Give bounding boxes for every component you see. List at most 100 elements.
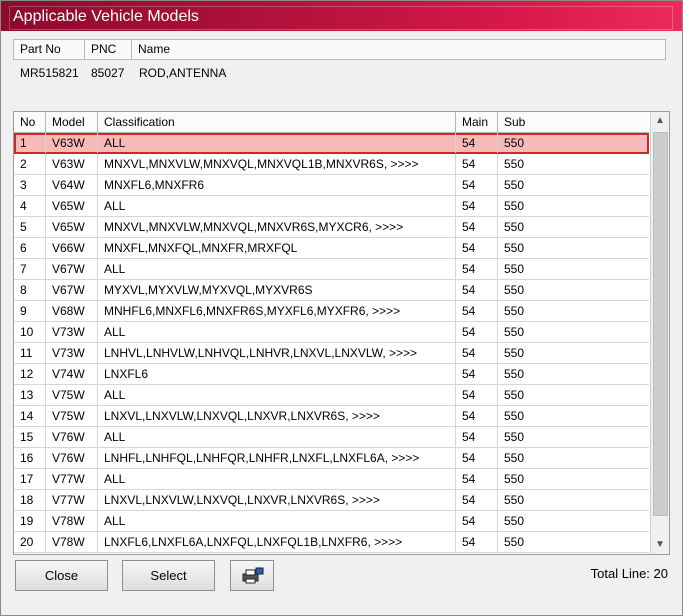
scroll-up-icon[interactable]: ▲ bbox=[652, 112, 668, 130]
table-row[interactable]: 18 V77W LNXVL,LNXVLW,LNXVQL,LNXVR,LNXVR6S,… bbox=[14, 490, 649, 511]
cell-sub: 550 bbox=[504, 283, 525, 297]
table-row[interactable]: 19 V78W ALL 54 550 bbox=[14, 511, 649, 532]
print-button[interactable] bbox=[230, 560, 274, 591]
table-row[interactable]: 12 V74W LNXFL6 54 550 bbox=[14, 364, 649, 385]
cell-classification: LNXVL,LNXVLW,LNXVQL,LNXVR,LNXVR6S, >>>> bbox=[98, 406, 456, 426]
cell-classification: MNXFL,MNXFQL,MNXFR,MRXFQL bbox=[98, 238, 456, 258]
table-row[interactable]: 4 V65W ALL 54 550 bbox=[14, 196, 649, 217]
cell-model: V65W bbox=[46, 217, 98, 237]
table-body: 1 V63W ALL 54 550 2 V63W MNXVL,MNXVLW,MNXVQL,MN… bbox=[14, 133, 649, 553]
cell-sub: 550 bbox=[504, 199, 525, 213]
cell-model: V66W bbox=[46, 238, 98, 258]
column-header-sub[interactable]: Sub bbox=[498, 112, 649, 132]
table-row[interactable]: 6 V66W MNXFL,MNXFQL,MNXFR,MRXFQL 54 550 bbox=[14, 238, 649, 259]
table-row[interactable]: 9 V68W MNHFL6,MNXFL6,MNXFR6S,MYXFL6,MYXFR6… bbox=[14, 301, 649, 322]
name-value: ROD,ANTENNA bbox=[139, 66, 227, 80]
cell-classification: MNXVL,MNXVLW,MNXVQL,MNXVQL1B,MNXVR6S, >>… bbox=[98, 154, 456, 174]
table-row[interactable]: 3 V64W MNXFL6,MNXFR6 54 550 bbox=[14, 175, 649, 196]
applicable-vehicle-models-window: Applicable Vehicle Models Part No PNC Na… bbox=[0, 0, 683, 616]
table-row[interactable]: 7 V67W ALL 54 550 bbox=[14, 259, 649, 280]
table-row[interactable]: 5 V65W MNXVL,MNXVLW,MNXVQL,MNXVR6S,MYXCR6,… bbox=[14, 217, 649, 238]
cell-no: 14 bbox=[14, 406, 46, 426]
cell-sub: 550 bbox=[504, 262, 525, 276]
vertical-scrollbar[interactable]: ▲ ▼ bbox=[650, 112, 669, 554]
cell-classification: ALL bbox=[98, 511, 456, 531]
cell-classification: LNXFL6 bbox=[98, 364, 456, 384]
table-row[interactable]: 2 V63W MNXVL,MNXVLW,MNXVQL,MNXVQL1B,MNXVR6… bbox=[14, 154, 649, 175]
cell-main: 54 bbox=[456, 238, 498, 258]
cell-model: V73W bbox=[46, 343, 98, 363]
cell-no: 5 bbox=[14, 217, 46, 237]
cell-main: 54 bbox=[456, 133, 498, 153]
cell-sub: 550 bbox=[504, 535, 525, 549]
table-row[interactable]: 8 V67W MYXVL,MYXVLW,MYXVQL,MYXVR6S 54 550 bbox=[14, 280, 649, 301]
part-no-header: Part No bbox=[14, 40, 85, 59]
cell-model: V78W bbox=[46, 532, 98, 552]
part-info-panel: Part No PNC Name MR515821 85027 ROD,ANTE… bbox=[13, 39, 666, 97]
cell-classification: LNHVL,LNHVLW,LNHVQL,LNHVR,LNXVL,LNXVLW, … bbox=[98, 343, 456, 363]
part-no-value: MR515821 bbox=[20, 66, 79, 80]
cell-sub: 550 bbox=[504, 157, 525, 171]
table-row[interactable]: 13 V75W ALL 54 550 bbox=[14, 385, 649, 406]
cell-model: V68W bbox=[46, 301, 98, 321]
cell-main: 54 bbox=[456, 259, 498, 279]
scroll-down-icon[interactable]: ▼ bbox=[652, 536, 668, 554]
cell-sub: 550 bbox=[504, 346, 525, 360]
cell-no: 3 bbox=[14, 175, 46, 195]
cell-classification: ALL bbox=[98, 133, 456, 153]
cell-model: V74W bbox=[46, 364, 98, 384]
table-header: No Model Classification Main Sub bbox=[14, 112, 649, 133]
cell-no: 7 bbox=[14, 259, 46, 279]
cell-model: V67W bbox=[46, 259, 98, 279]
cell-model: V63W bbox=[46, 154, 98, 174]
select-button[interactable]: Select bbox=[122, 560, 215, 591]
table-row[interactable]: 17 V77W ALL 54 550 bbox=[14, 469, 649, 490]
cell-classification: ALL bbox=[98, 469, 456, 489]
cell-model: V76W bbox=[46, 448, 98, 468]
close-button[interactable]: Close bbox=[15, 560, 108, 591]
table-row[interactable]: 14 V75W LNXVL,LNXVLW,LNXVQL,LNXVR,LNXVR6S,… bbox=[14, 406, 649, 427]
cell-sub: 550 bbox=[504, 136, 525, 150]
cell-sub: 550 bbox=[504, 430, 525, 444]
cell-main: 54 bbox=[456, 532, 498, 552]
cell-no: 10 bbox=[14, 322, 46, 342]
cell-sub: 550 bbox=[504, 367, 525, 381]
cell-no: 9 bbox=[14, 301, 46, 321]
cell-no: 12 bbox=[14, 364, 46, 384]
cell-main: 54 bbox=[456, 322, 498, 342]
cell-main: 54 bbox=[456, 511, 498, 531]
cell-model: V67W bbox=[46, 280, 98, 300]
vehicle-models-table[interactable]: No Model Classification Main Sub 1 V63W AL… bbox=[13, 111, 670, 555]
table-row[interactable]: 15 V76W ALL 54 550 bbox=[14, 427, 649, 448]
table-row[interactable]: 16 V76W LNHFL,LNHFQL,LNHFQR,LNHFR,LNXFL,LN… bbox=[14, 448, 649, 469]
column-header-no[interactable]: No bbox=[14, 112, 46, 132]
cell-sub: 550 bbox=[504, 325, 525, 339]
total-line-label: Total Line: 20 bbox=[590, 566, 668, 581]
cell-no: 1 bbox=[14, 133, 46, 153]
cell-no: 19 bbox=[14, 511, 46, 531]
table-row[interactable]: 11 V73W LNHVL,LNHVLW,LNHVQL,LNHVR,LNXVL,LN… bbox=[14, 343, 649, 364]
cell-sub: 550 bbox=[504, 451, 525, 465]
cell-sub: 550 bbox=[504, 409, 525, 423]
cell-sub: 550 bbox=[504, 514, 525, 528]
cell-model: V75W bbox=[46, 406, 98, 426]
column-header-model[interactable]: Model bbox=[46, 112, 98, 132]
printer-icon bbox=[242, 567, 264, 584]
cell-classification: MYXVL,MYXVLW,MYXVQL,MYXVR6S bbox=[98, 280, 456, 300]
cell-sub: 550 bbox=[504, 178, 525, 192]
column-header-main[interactable]: Main bbox=[456, 112, 498, 132]
cell-classification: MNHFL6,MNXFL6,MNXFR6S,MYXFL6,MYXFR6, >>>… bbox=[98, 301, 456, 321]
scroll-thumb[interactable] bbox=[653, 132, 668, 516]
table-row[interactable]: 10 V73W ALL 54 550 bbox=[14, 322, 649, 343]
cell-model: V64W bbox=[46, 175, 98, 195]
table-row[interactable]: 1 V63W ALL 54 550 bbox=[14, 133, 649, 154]
cell-model: V65W bbox=[46, 196, 98, 216]
title-bar[interactable]: Applicable Vehicle Models bbox=[1, 1, 682, 31]
cell-main: 54 bbox=[456, 196, 498, 216]
cell-main: 54 bbox=[456, 406, 498, 426]
table-row[interactable]: 20 V78W LNXFL6,LNXFL6A,LNXFQL,LNXFQL1B,LNX… bbox=[14, 532, 649, 553]
column-header-classification[interactable]: Classification bbox=[98, 112, 456, 132]
cell-main: 54 bbox=[456, 427, 498, 447]
cell-model: V73W bbox=[46, 322, 98, 342]
cell-main: 54 bbox=[456, 490, 498, 510]
